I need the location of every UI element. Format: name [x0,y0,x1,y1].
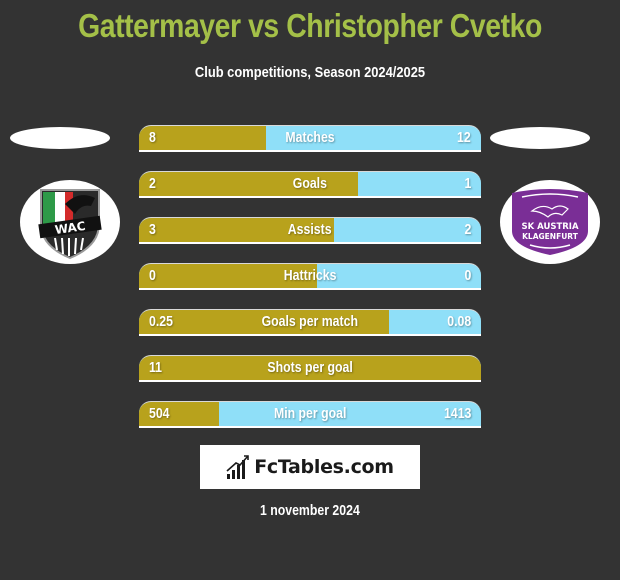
stat-label-text: Assists [288,221,332,238]
stat-row-hattricks: Hattricks 0 0 [139,263,481,290]
report-date: 1 november 2024 [0,500,620,522]
left-value: 504 [149,402,174,426]
left-value: 0 [149,264,157,288]
left-value: 11 [149,356,165,380]
competition-subtitle: Club competitions, Season 2024/2025 [194,64,426,81]
stat-row-min-per-goal: Min per goal 504 1413 [139,401,481,428]
stat-label-text: Goals per match [261,313,359,330]
right-value: 12 [454,126,471,150]
right-value-text: 0 [464,267,471,284]
bar-chart-trend-icon [226,455,249,479]
page-title: Gattermayer vs Christopher Cvetko [78,7,542,44]
right-value: 1 [463,172,471,196]
left-value: 3 [149,218,157,242]
stat-label: Hattricks [139,264,481,288]
stat-row-assists: Assists 3 2 [139,217,481,244]
right-value-text: 1 [464,175,471,192]
stat-label-text: Min per goal [273,405,347,422]
right-value-text: 12 [457,129,471,146]
stat-label: Assists [139,218,481,242]
left-value-text: 504 [149,405,170,422]
stat-label-text: Matches [285,129,335,146]
left-value-text: 11 [149,359,163,376]
stat-row-goals: Goals 2 1 [139,171,481,198]
right-value-text: 0.08 [447,313,471,330]
stat-label: Goals per match [139,310,481,334]
left-value-text: 8 [149,129,156,146]
right-value: 0 [463,264,471,288]
stat-row-matches: Matches 8 12 [139,125,481,152]
left-value-text: 0 [149,267,156,284]
right-value: 1413 [438,402,471,426]
stat-label-text: Shots per goal [267,359,353,376]
stat-label-text: Hattricks [283,267,337,284]
left-value: 2 [149,172,157,196]
stat-label-text: Goals [292,175,328,192]
left-value: 0.25 [149,310,178,334]
stat-label: Matches [139,126,481,150]
stat-label: Goals [139,172,481,196]
right-value: 2 [463,218,471,242]
wac-club-crest-icon: WAC [38,189,102,260]
left-value-text: 3 [149,221,156,238]
club-name-line2: KLAGENFURT [522,232,579,241]
right-club-logo[interactable]: SK AUSTRIA KLAGENFURT [500,180,600,264]
left-value-text: 2 [149,175,156,192]
stat-row-goals-per-match: Goals per match 0.25 0.08 [139,309,481,336]
right-value-text: 1413 [443,405,471,422]
left-player-oval [10,127,110,149]
right-player-oval [490,127,590,149]
date-text: 1 november 2024 [260,502,360,519]
right-value: 0.08 [442,310,471,334]
right-value-text: 2 [464,221,471,238]
club-name-line1: SK AUSTRIA [521,222,579,232]
stat-label: Min per goal [139,402,481,426]
left-value-text: 0.25 [149,313,173,330]
brand-name: FcTables.com [254,456,394,478]
stat-label: Shots per goal [139,356,481,380]
stat-row-shots-per-goal: Shots per goal 11 [139,355,481,382]
left-club-logo[interactable]: WAC [20,180,120,264]
fctables-logo[interactable]: FcTables.com [200,445,420,489]
sk-austria-klagenfurt-crest-icon: SK AUSTRIA KLAGENFURT [512,189,588,255]
left-value: 8 [149,126,157,150]
